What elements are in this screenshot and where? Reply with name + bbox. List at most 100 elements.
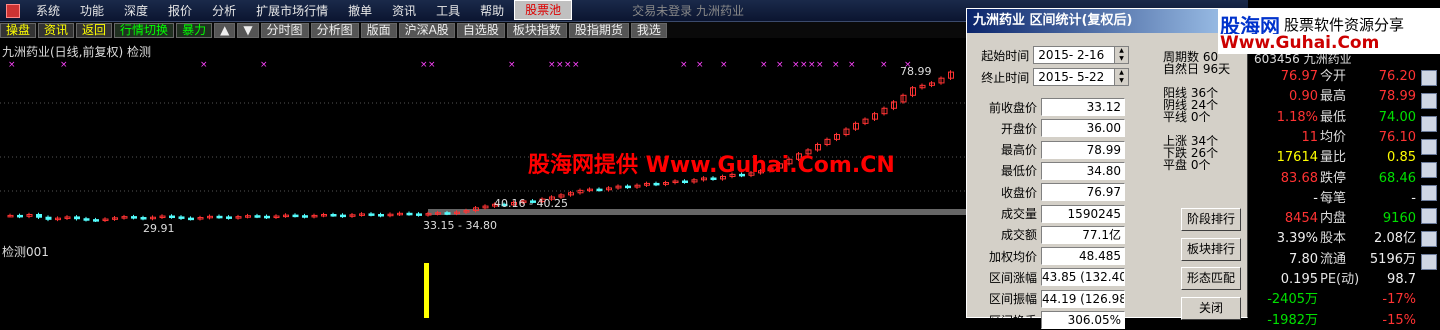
start-time-spinner[interactable]: ▲ ▼ [1114,47,1128,63]
toolbar-button-4[interactable]: 暴力 [176,22,213,38]
signal-marker: × [572,60,580,70]
candle-body [625,185,631,189]
quote-cell-l: 76.97 [1280,69,1318,84]
menu-item-10[interactable]: 股票池 [514,0,573,20]
quote-row: 0.90 最高 78.99 [1248,88,1416,106]
stat-label: 加权均价 [988,249,1037,264]
indicator-chart[interactable] [0,255,970,318]
signal-marker: × [556,60,564,70]
stat-row: 前收盘价 33.12 [973,97,1129,117]
toolbar-button-1[interactable]: 资讯 [38,22,75,38]
candle-body [216,215,223,219]
quote-cell-l: 7.80 [1289,251,1318,267]
toolbar-button-2[interactable]: 返回 [76,22,113,38]
stat-row: 收盘价 76.97 [973,182,1129,202]
sector-rank-button[interactable]: 板块排行 [1181,238,1241,261]
sidebar-tool-icon[interactable] [1421,254,1437,270]
menu-item-7[interactable]: 资讯 [382,0,426,22]
end-time-picker[interactable]: 2015- 5-22 ▲ ▼ [1033,68,1129,86]
candle-body [226,216,232,219]
candle-body [36,214,42,218]
toolbar-button-12[interactable]: 板块指数 [506,22,567,38]
toolbar-button-6[interactable]: ▼ [237,22,259,38]
stat-value: 36.00 [1041,119,1125,138]
candle-body [682,180,688,184]
interval-stats-dialog: 九洲药业 区间统计(复权后) 起始时间 2015- 2-16 ▲ ▼ 终止时间 2… [966,8,1248,329]
stat-label: 最低价 [1000,164,1037,179]
indicator-bar [424,263,429,318]
stat-row: 成交量 1590245 [973,204,1129,224]
candle-body [178,216,185,219]
quote-row: 17614 量比 0.85 [1248,149,1416,167]
start-time-picker[interactable]: 2015- 2-16 ▲ ▼ [1033,46,1129,64]
watermark-text: 股海网提供 Www.Guhai.Com.CN [528,153,895,178]
menu-item-5[interactable]: 扩展市场行情 [246,0,338,22]
toolbar-button-9[interactable]: 版面 [360,22,397,38]
sidebar-tool-icon[interactable] [1421,93,1437,109]
quote-cell-r: 76.20 [1378,69,1416,84]
quote-row: 3.39% 股本 2.08亿 [1248,230,1416,248]
toolbar-button-0[interactable]: 操盘 [0,22,37,38]
right-sidebar [1418,68,1440,318]
menu-item-2[interactable]: 深度 [114,0,158,22]
quote-cell-l: 0.90 [1289,89,1318,105]
candle-body [93,219,99,222]
stat-value: 48.485 [1041,247,1125,266]
menu-item-3[interactable]: 报价 [158,0,202,22]
quote-cell-r: 9160 [1382,211,1416,227]
menu-item-6[interactable]: 撤单 [338,0,382,22]
quote-cell-n: 量比 [1320,150,1347,166]
stage-rank-button[interactable]: 阶段排行 [1181,208,1241,231]
sidebar-tool-icon[interactable] [1421,208,1437,224]
sidebar-tool-icon[interactable] [1421,139,1437,155]
stat-row: 成交额 77.1亿 [973,225,1129,245]
sidebar-tool-icon[interactable] [1421,116,1437,132]
stat-value: 1590245 [1041,204,1125,223]
quote-cell-l: 8454 [1284,211,1318,227]
signal-marker: × [548,60,556,70]
end-time-spinner[interactable]: ▲ ▼ [1114,69,1128,85]
annotation-range1: 33.15 - 34.80 [423,219,497,232]
stat-value: 34.80 [1041,161,1125,180]
toolbar-button-14[interactable]: 我选 [630,22,667,38]
quote-row: 83.68 跌停 68.46 [1248,170,1416,188]
toolbar-button-10[interactable]: 沪深A股 [398,22,455,38]
menu-item-0[interactable]: 系统 [26,0,70,22]
menu-item-9[interactable]: 帮助 [470,0,514,22]
quote-cell-n: 流通 [1320,251,1347,267]
stat-label: 成交额 [1000,228,1037,243]
toolbar-button-13[interactable]: 股指期货 [568,22,629,38]
signal-marker: × [720,60,728,70]
stat-label: 收盘价 [1000,185,1037,200]
toolbar-button-8[interactable]: 分析图 [310,22,359,38]
sidebar-tool-icon[interactable] [1421,185,1437,201]
quote-row: 76.97 今开 76.20 [1248,68,1416,86]
pattern-match-button[interactable]: 形态匹配 [1181,267,1241,290]
quote-row: 1.18% 最低 74.00 [1248,109,1416,127]
logo-sub: 股票软件资源分享 [1284,15,1405,34]
stat-row: 最低价 34.80 [973,161,1129,181]
quote-cell-n: 最低 [1320,109,1347,125]
sidebar-tool-icon[interactable] [1421,162,1437,178]
menu-items: 系统 功能 深度 报价 分析 扩展市场行情 撤单 资讯 工具 帮助 股票池 [26,0,573,22]
candle-body [292,214,299,218]
menu-item-4[interactable]: 分析 [202,0,246,22]
quote-cell-l: 83.68 [1280,170,1318,186]
quick-toolbar: 操盘 资讯 返回 行情切换 暴力 ▲ ▼ 分时图 分析图 版面 沪深A股 自选股 板块指数 股指期货 我选 [0,22,970,38]
toolbar-button-11[interactable]: 自选股 [456,22,505,38]
stat-value: 33.12 [1041,98,1125,116]
quote-row: 7.80 流通 5196万 [1248,251,1416,269]
close-button[interactable]: 关闭 [1181,297,1241,320]
signal-marker: × [760,60,768,70]
menu-item-1[interactable]: 功能 [70,0,114,22]
sidebar-tool-icon[interactable] [1421,231,1437,247]
quote-cell-r: 5196万 [1369,251,1416,267]
sidebar-tool-icon[interactable] [1421,70,1437,86]
toolbar-button-5[interactable]: ▲ [214,22,236,38]
menu-item-8[interactable]: 工具 [426,0,470,22]
stat-row: 区间涨幅 43.85 (132.40%) [973,267,1129,287]
toolbar-button-3[interactable]: 行情切换 [114,22,175,38]
quote-cell-r: 0.85 [1387,150,1416,166]
app-icon [6,3,20,18]
toolbar-button-7[interactable]: 分时图 [260,22,309,38]
